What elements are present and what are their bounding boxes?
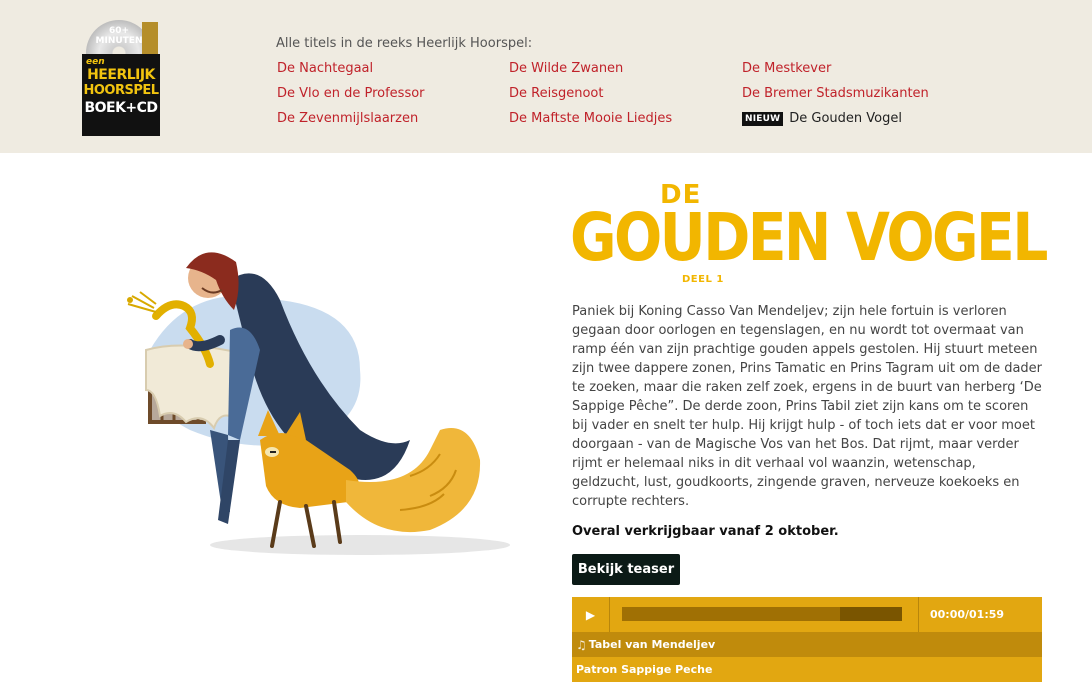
play-icon: ▶	[585, 607, 596, 622]
title-link-zevenmijlslaarzen[interactable]: De Zevenmijlslaarzen	[277, 111, 418, 126]
prince-and-fox-illustration	[127, 252, 510, 555]
playlist-item[interactable]: Patron Sappige Peche	[572, 657, 1042, 682]
playlist-item-title: Tabel van Mendeljev	[588, 638, 716, 651]
logo-minutes-label: 60+ MINUTEN	[95, 26, 143, 46]
logo-line2: HOORSPEL	[83, 83, 159, 98]
play-button[interactable]: ▶	[572, 597, 610, 632]
player-divider	[918, 597, 919, 632]
music-note-icon: ♫	[576, 637, 587, 652]
story-description: Paniek bij Koning Casso Van Mendeljev; z…	[572, 304, 1043, 509]
title-deel: DEEL 1	[682, 274, 724, 285]
new-title-label: De Gouden Vogel	[789, 111, 902, 126]
teaser-button[interactable]: Bekijk teaser	[572, 554, 680, 585]
audio-player: ▶ 00:00/01:59 ♫ Tabel van Mendeljev Patr…	[572, 597, 1042, 686]
title-main: GOUDEN VOGEL	[570, 199, 1048, 276]
playlist-item-active[interactable]: ♫ Tabel van Mendeljev	[572, 632, 1042, 657]
player-controls: ▶ 00:00/01:59	[572, 597, 1042, 632]
availability-note: Overal verkrijgbaar vanaf 2 oktober.	[572, 524, 839, 539]
new-title-link[interactable]: NIEUW De Gouden Vogel	[742, 111, 902, 126]
playlist-item-title: Patron Sappige Peche	[576, 663, 713, 676]
title-link-nachtegaal[interactable]: De Nachtegaal	[277, 61, 373, 76]
title-link-wilde-zwanen[interactable]: De Wilde Zwanen	[509, 61, 623, 76]
logo-line1: HEERLIJK	[87, 67, 155, 83]
series-header: 60+ MINUTEN een HEERLIJK HOORSPEL BOEK+C…	[0, 0, 1092, 153]
title-link-bremer-stadsmuzikanten[interactable]: De Bremer Stadsmuzikanten	[742, 86, 929, 101]
title-link-maftste-liedjes[interactable]: De Maftste Mooie Liedjes	[509, 111, 672, 126]
progress-loaded	[840, 607, 902, 621]
title-link-mestkever[interactable]: De Mestkever	[742, 61, 831, 76]
title-link-reisgenoot[interactable]: De Reisgenoot	[509, 86, 603, 101]
heerlijk-hoorspel-logo[interactable]: 60+ MINUTEN een HEERLIJK HOORSPEL BOEK+C…	[82, 20, 160, 136]
gouden-vogel-title-art: DE GOUDEN VOGEL DEEL 1	[570, 178, 1050, 293]
logo-box: een HEERLIJK HOORSPEL BOEK+CD	[82, 54, 160, 136]
time-display: 00:00/01:59	[930, 608, 1005, 621]
logo-een: een	[86, 57, 105, 67]
series-heading: Alle titels in de reeks Heerlijk Hoorspe…	[276, 36, 533, 51]
new-badge: NIEUW	[742, 111, 784, 126]
title-link-vlo-professor[interactable]: De Vlo en de Professor	[277, 86, 425, 101]
logo-line3: BOEK+CD	[84, 100, 158, 116]
progress-track[interactable]	[622, 607, 902, 621]
